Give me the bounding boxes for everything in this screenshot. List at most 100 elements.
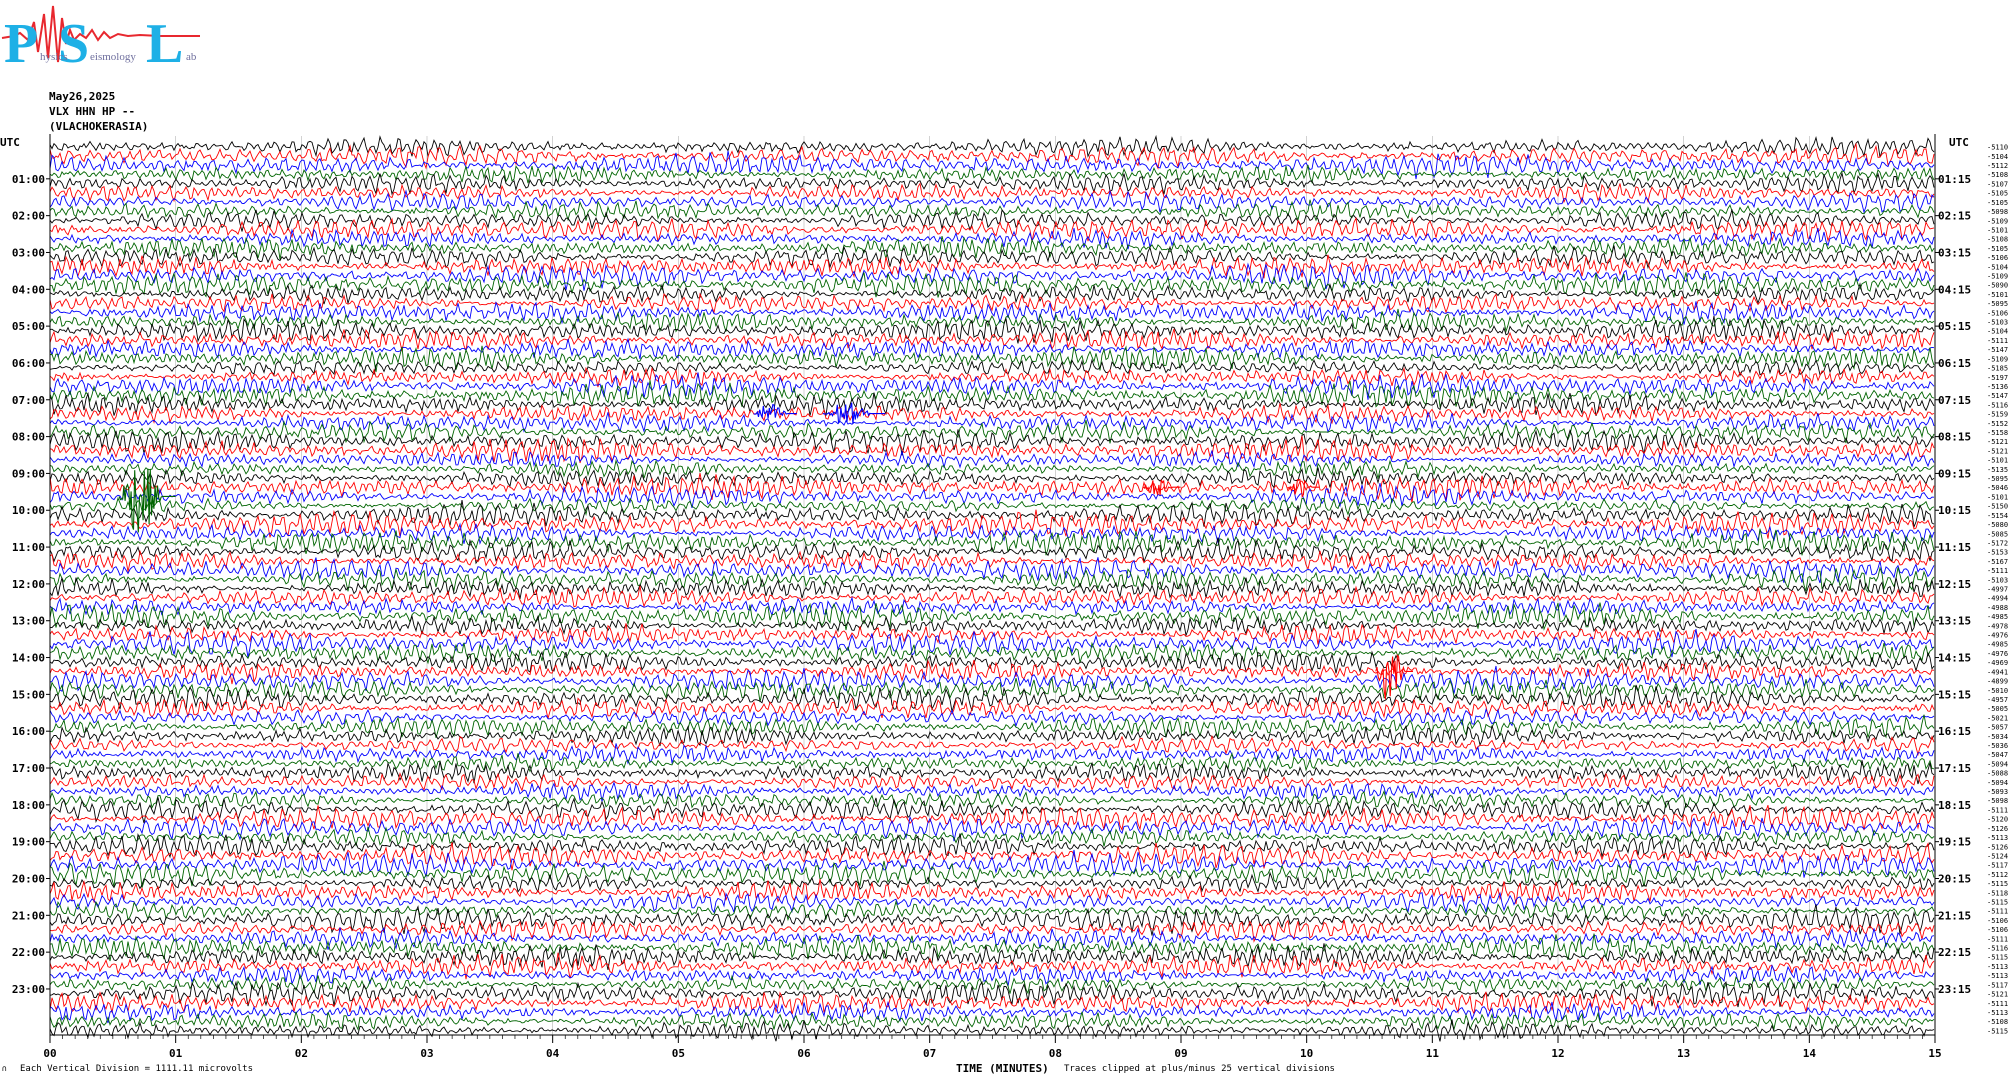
trace-offset-label: -5101 (1987, 457, 2008, 465)
trace-offset-label: -4978 (1987, 622, 2008, 630)
left-time-label: 05:00 (12, 320, 45, 333)
x-tick-label: 04 (546, 1047, 560, 1060)
trace-offset-label: -5113 (1987, 972, 2008, 980)
right-time-label: 01:15 (1938, 173, 1971, 186)
clip-note: Traces clipped at plus/minus 25 vertical… (1064, 1064, 1335, 1074)
x-tick-label: 06 (797, 1047, 811, 1060)
right-time-label: 05:15 (1938, 320, 1971, 333)
right-time-label: 11:15 (1938, 541, 1971, 554)
trace-offset-label: -5109 (1987, 272, 2008, 280)
x-tick-label: 15 (1928, 1047, 1941, 1060)
right-time-label: 19:15 (1938, 836, 1971, 849)
trace-offset-label: -5172 (1987, 539, 2008, 547)
trace-offset-label: -5103 (1987, 576, 2008, 584)
x-tick-label: 02 (295, 1047, 308, 1060)
trace-offset-label: -5113 (1987, 963, 2008, 971)
left-time-label: 04:00 (12, 283, 45, 296)
left-time-label: 11:00 (12, 541, 45, 554)
trace-offset-label: -5126 (1987, 843, 2008, 851)
left-time-label: 16:00 (12, 725, 45, 738)
trace-offset-label: -5010 (1987, 687, 2008, 695)
x-tick-label: 00 (43, 1047, 56, 1060)
trace-offset-label: -5154 (1987, 512, 2008, 520)
right-time-label: 16:15 (1938, 725, 1971, 738)
trace-offset-label: -5046 (1987, 484, 2008, 492)
trace-offset-label: -5047 (1987, 751, 2008, 759)
trace-offset-label: -5121 (1987, 991, 2008, 999)
right-time-label: 07:15 (1938, 394, 1971, 407)
corner-mark: ∩ (2, 1064, 7, 1073)
trace-offset-label: -5112 (1987, 871, 2008, 879)
left-time-label: 12:00 (12, 578, 45, 591)
trace-offset-label: -5108 (1987, 1018, 2008, 1026)
x-tick-label: 08 (1049, 1047, 1062, 1060)
trace-offset-label: -4957 (1987, 696, 2008, 704)
trace-offset-label: -5167 (1987, 558, 2008, 566)
trace-offset-label: -4899 (1987, 678, 2008, 686)
trace-offset-label: -5109 (1987, 217, 2008, 225)
trace-offset-label: -5117 (1987, 981, 2008, 989)
trace-offset-label: -5093 (1987, 788, 2008, 796)
left-utc-title: UTC (0, 136, 20, 149)
right-time-label: 13:15 (1938, 615, 1971, 628)
trace-offset-label: -5101 (1987, 226, 2008, 234)
trace-offset-label: -4988 (1987, 604, 2008, 612)
trace-offset-label: -5101 (1987, 291, 2008, 299)
trace-offset-label: -5021 (1987, 714, 2008, 722)
left-time-label: 21:00 (12, 909, 45, 922)
x-tick-label: 09 (1174, 1047, 1187, 1060)
trace-offset-label: -5105 (1987, 245, 2008, 253)
left-time-label: 15:00 (12, 688, 45, 701)
right-time-label: 04:15 (1938, 283, 1971, 296)
trace-offset-label: -5111 (1987, 935, 2008, 943)
left-time-label: 17:00 (12, 762, 45, 775)
trace-offset-label: -5110 (1987, 144, 2008, 152)
trace-offset-label: -5107 (1987, 180, 2008, 188)
x-tick-label: 12 (1551, 1047, 1564, 1060)
trace-offset-label: -5136 (1987, 383, 2008, 391)
left-time-label: 18:00 (12, 799, 45, 812)
trace-offset-label: -5115 (1987, 880, 2008, 888)
trace-offset-label: -5152 (1987, 420, 2008, 428)
trace-offset-label: -5108 (1987, 171, 2008, 179)
trace-offset-label: -5115 (1987, 954, 2008, 962)
trace-offset-label: -5106 (1987, 309, 2008, 317)
left-time-label: 19:00 (12, 836, 45, 849)
right-utc-title: UTC (1949, 136, 1969, 149)
trace-offset-label: -5147 (1987, 346, 2008, 354)
x-tick-label: 13 (1677, 1047, 1690, 1060)
left-time-labels: 01:00 02:00 03:00 04:00 05:00 06:00 07:00 08:00… (12, 173, 50, 996)
trace-offset-label: -5111 (1987, 1000, 2008, 1008)
right-time-label: 02:15 (1938, 210, 1971, 223)
trace-offset-label: -5111 (1987, 337, 2008, 345)
x-tick-label: 11 (1426, 1047, 1440, 1060)
right-time-label: 15:15 (1938, 688, 1971, 701)
x-tick-label: 10 (1300, 1047, 1313, 1060)
trace-offset-label: -5090 (1987, 282, 2008, 290)
trace-offset-label: -5115 (1987, 1027, 2008, 1035)
trace-offset-label: -5159 (1987, 411, 2008, 419)
trace-offset-label: -5116 (1987, 945, 2008, 953)
trace-offset-label: -5118 (1987, 889, 2008, 897)
trace-offset-label: -5113 (1987, 834, 2008, 842)
left-time-label: 07:00 (12, 394, 45, 407)
trace-offset-label: -5124 (1987, 852, 2008, 860)
left-time-label: 08:00 (12, 431, 45, 444)
left-time-label: 01:00 (12, 173, 45, 186)
trace-offset-label: -5104 (1987, 153, 2008, 161)
x-tick-label: 14 (1803, 1047, 1817, 1060)
trace-offset-label: -5112 (1987, 162, 2008, 170)
trace-offset-label: -5105 (1987, 190, 2008, 198)
trace-offset-label: -4994 (1987, 595, 2008, 603)
trace-offset-label: -5121 (1987, 438, 2008, 446)
left-time-label: 02:00 (12, 210, 45, 223)
trace-offset-label: -5117 (1987, 862, 2008, 870)
trace-offset-label: -5115 (1987, 899, 2008, 907)
trace-offset-label: -5034 (1987, 733, 2008, 741)
right-time-label: 08:15 (1938, 431, 1971, 444)
trace-offset-label: -5103 (1987, 319, 2008, 327)
trace-offset-label: -5106 (1987, 917, 2008, 925)
right-time-label: 09:15 (1938, 467, 1971, 480)
trace-offset-label: -5153 (1987, 549, 2008, 557)
right-time-label: 18:15 (1938, 799, 1971, 812)
